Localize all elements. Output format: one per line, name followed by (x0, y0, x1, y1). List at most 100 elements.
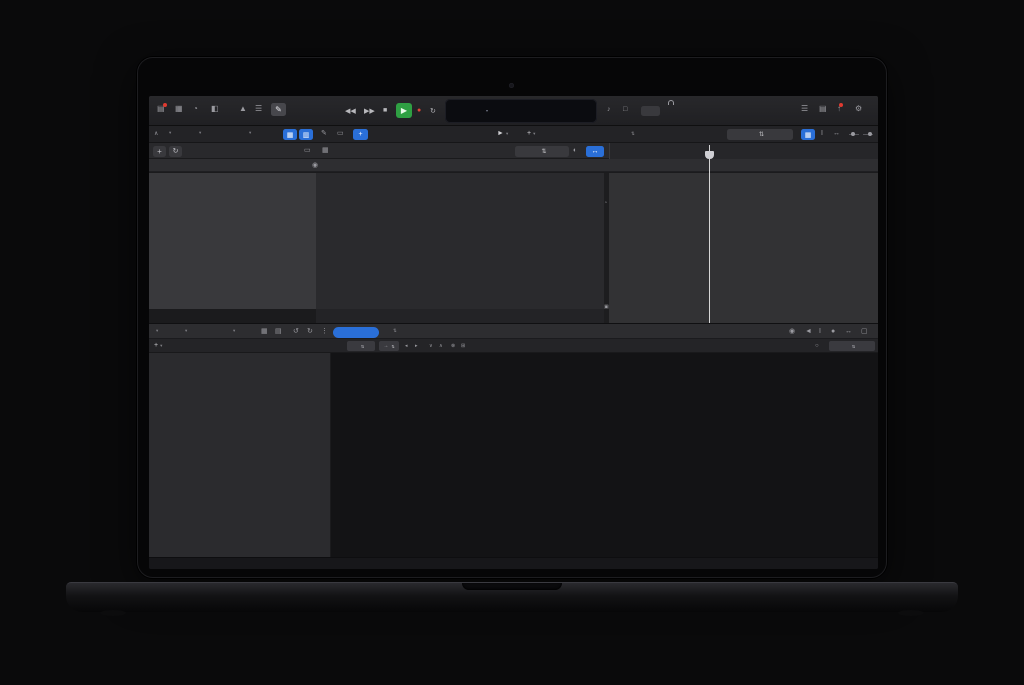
eye-icon[interactable]: ◉ (789, 328, 795, 335)
notification-dot (163, 103, 167, 107)
snap-menu[interactable]: ⇅ (629, 131, 635, 137)
cell-edit-icon[interactable]: ▭ (304, 147, 311, 154)
pattern-browser-icon[interactable]: ▤ (275, 328, 282, 335)
logic-pro-window: ▤ ▦ ◔ ◧ ▲ ☰ ✎ ◀◀ ▶▶ ■ ▶ ● ↻ (149, 96, 878, 569)
quick-help-icon[interactable]: ◔ (193, 105, 198, 113)
decrement-icon[interactable]: ∨ (429, 344, 433, 349)
pattern-direction-stepper[interactable]: →⇅ (379, 341, 399, 351)
flex-icon[interactable]: ▭ (337, 130, 344, 137)
desktop-background: ▤ ▦ ◔ ◧ ▲ ☰ ✎ ◀◀ ▶▶ ■ ▶ ● ↻ (0, 0, 1024, 685)
performance-icon[interactable]: + (353, 129, 368, 140)
capture-badge[interactable] (641, 106, 660, 116)
loop-toggle-icon[interactable]: ↔ (586, 146, 604, 157)
playhead-line (709, 145, 710, 323)
record-button[interactable]: ● (417, 107, 421, 114)
preview-speaker-icon[interactable]: ◄ (805, 328, 812, 335)
seq-menu-functions[interactable]: ▾ (183, 328, 187, 334)
catch-playhead-icon[interactable]: ▦ (801, 129, 815, 140)
inspector-icon[interactable]: ◧ (211, 105, 219, 113)
macbook-base (66, 582, 958, 612)
step-sequencer-toolbar: ▾ ▾ ▾ ▦ ▤ ↺ ↻ ⋮ ⇅ ◉ ◄ I ● ↔ ▢ (149, 323, 878, 339)
media-browser-icon[interactable]: ▦ (175, 105, 183, 113)
tuner-icon[interactable]: ♪ (607, 106, 611, 113)
play-button[interactable]: ▶ (396, 103, 412, 118)
ll-menu-view[interactable]: ▾ (247, 130, 251, 136)
regions-icon[interactable]: □ (623, 106, 627, 113)
nudge-right-icon[interactable]: ▸ (415, 344, 418, 349)
ll-menu-edit[interactable]: ▾ (167, 130, 171, 136)
h-zoom-icon[interactable]: ↔ (833, 130, 840, 137)
cell-timer-icon: ◔ (604, 201, 607, 206)
steps-count-menu[interactable]: ⇅ (829, 341, 875, 351)
mode-onoff-button[interactable] (333, 327, 379, 338)
playhead-marker[interactable] (705, 151, 714, 159)
bar-ruler[interactable] (609, 143, 878, 159)
sequencer-footer (149, 557, 878, 569)
increment-icon[interactable]: ∧ (439, 344, 443, 349)
pattern-rate-stepper[interactable]: ⇅ (347, 341, 375, 351)
more-icon[interactable]: ⋮ (321, 328, 328, 335)
add-track-button[interactable]: + (153, 146, 166, 157)
chord-regions-lane (609, 159, 878, 172)
automation-icon[interactable]: ✎ (321, 130, 327, 137)
step-row-headers (149, 353, 330, 557)
live-loops-grid (316, 173, 607, 309)
seq-menu-view[interactable]: ▾ (231, 328, 235, 334)
add-row-button[interactable]: +▾ (154, 342, 162, 349)
live-loops-toolbar: ∧ ▾ ▾ ▾ ▦ ▥ ✎ ▭ + ►▾ +▾ ⇅ ⇅ ▦ I ↔ (149, 126, 878, 143)
undo-icon[interactable]: ↺ (293, 328, 299, 335)
list-editors-icon[interactable]: ☰ (801, 105, 808, 113)
laptop-foot (898, 610, 924, 616)
lcd-display[interactable]: ▾ (445, 99, 597, 123)
cycle-icon[interactable]: ↻ (430, 107, 436, 115)
forward-icon[interactable]: ▶▶ (364, 107, 375, 115)
control-bar: ▤ ▦ ◔ ◧ ▲ ☰ ✎ ◀◀ ▶▶ ■ ▶ ● ↻ (149, 96, 878, 126)
zoom-dot-icon[interactable]: ● (831, 328, 835, 335)
grid-view-toggle-icon[interactable]: ▦ (283, 129, 297, 140)
quantize-start-menu[interactable]: ⇅ (515, 146, 569, 157)
drag-menu[interactable]: ⇅ (727, 129, 793, 140)
settings-icon[interactable]: ⚙ (855, 105, 862, 113)
zoom-slider-h-knob[interactable] (851, 132, 855, 136)
mixer-icon[interactable]: ☰ (255, 105, 262, 113)
stop-icon[interactable]: ■ (383, 107, 387, 114)
clipboard-icon[interactable]: ▦ (261, 328, 268, 335)
metronome-icon[interactable]: ▲ (239, 105, 247, 113)
library-icon[interactable]: ▤ (157, 105, 165, 113)
loop-track-headers (149, 173, 316, 309)
zoom-slider-v-knob[interactable] (868, 132, 872, 136)
share-icon[interactable]: ↑ (837, 105, 841, 113)
macbook-lid: ▤ ▦ ◔ ◧ ▲ ☰ ✎ ◀◀ ▶▶ ■ ▶ ● ↻ (137, 57, 887, 578)
nudge-left-icon[interactable]: ◂ (405, 344, 408, 349)
panel-collapse-icon[interactable]: ∧ (154, 131, 158, 137)
ll-menu-functions[interactable]: ▾ (197, 130, 201, 136)
fill-row-icon[interactable]: ⊞ (461, 344, 465, 349)
cell-grid-icon[interactable]: ▦ (322, 147, 329, 154)
webcam-icon (509, 83, 514, 88)
cycle-scene-icon[interactable]: ↻ (169, 146, 182, 157)
pointer-tool-button[interactable]: ►▾ (497, 130, 508, 137)
quantize-strength-icon[interactable]: ◐ (573, 147, 577, 154)
browsers-icon[interactable]: ▤ (819, 105, 827, 113)
chord-track-row: ◉ (149, 159, 878, 172)
marquee-tool-icon[interactable]: I (821, 130, 823, 137)
rewind-icon[interactable]: ◀◀ (345, 107, 356, 115)
redo-icon[interactable]: ↻ (307, 328, 313, 335)
arrange-area (609, 173, 878, 323)
h-expand-icon[interactable]: ↔ (845, 328, 852, 335)
seq-menu-edit[interactable]: ▾ (154, 328, 158, 334)
marquee-icon[interactable]: I (819, 328, 821, 335)
live-loops-secondary-toolbar: + ↻ ▭ ▦ ⇅ ◐ ↔ (149, 143, 878, 159)
tracks-view-toggle-icon[interactable]: ▥ (299, 129, 313, 140)
share-notification-dot (839, 103, 843, 107)
step-grid (331, 353, 878, 557)
secondary-tool-button[interactable]: +▾ (527, 130, 535, 137)
laptop-foot (100, 610, 126, 616)
window-icon[interactable]: ▢ (861, 328, 868, 335)
zoom-loupe-icon[interactable]: ○ (815, 343, 819, 349)
chord-power-icon[interactable]: ◉ (312, 162, 318, 169)
pattern-header-row: +▾ ⇅ →⇅ ◂ ▸ ∨ ∧ ⊗ ⊞ ○ ⇅ (149, 339, 878, 353)
clear-row-icon[interactable]: ⊗ (451, 344, 455, 349)
pencil-tool-icon[interactable]: ✎ (271, 103, 286, 116)
mode-value-menu[interactable]: ⇅ (391, 328, 397, 334)
